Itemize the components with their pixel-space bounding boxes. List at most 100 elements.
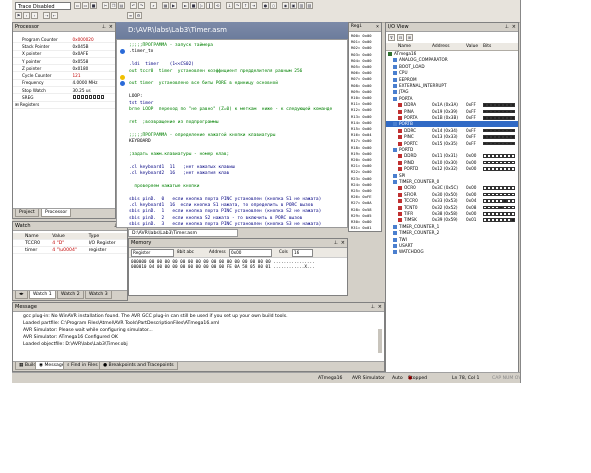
clear-breakpoints-icon[interactable]: ○ [270, 2, 277, 9]
watch-row[interactable]: TCCR0 4 "D" I/O Register [13, 239, 127, 247]
code-line[interactable]: out timer установлено все биты PORE в ед… [129, 81, 278, 86]
format-buttons[interactable]: 8bit abc [177, 249, 194, 254]
register-value[interactable]: R21= 0x00 [351, 163, 372, 168]
open-file-icon[interactable]: ▭ [82, 2, 89, 9]
io-row[interactable]: OCR0 0x3C (0x5C) 0x00 [386, 185, 518, 191]
copy-icon[interactable]: ❐ [110, 2, 117, 9]
new-file-icon[interactable]: ▫ [74, 2, 81, 9]
io-row[interactable]: USART [386, 243, 518, 249]
address-input[interactable]: 0x00 [229, 249, 272, 257]
io-row[interactable]: TCCR0 0x33 (0x53) 0x04 [386, 198, 518, 204]
io-row[interactable]: TIMER_COUNTER_1 [386, 224, 518, 230]
bit-toggle[interactable] [511, 128, 515, 133]
io-col-address[interactable]: Address [432, 43, 450, 50]
io-row-value[interactable]: 0x00 [466, 160, 476, 166]
io-row-value[interactable]: 0x00 [466, 185, 476, 191]
bit-toggle[interactable] [511, 205, 515, 210]
bit-toggle[interactable] [499, 141, 503, 146]
next-bookmark-icon[interactable]: › [23, 12, 30, 19]
bit-toggle[interactable] [487, 205, 491, 210]
bit-toggle[interactable] [491, 205, 495, 210]
register-value[interactable]: R05= 0x00 [351, 64, 372, 69]
register-value[interactable]: R27= 0x0A [351, 200, 372, 205]
processor-row-value[interactable]: 0x0180 [71, 64, 115, 73]
run-icon[interactable]: ▷ [198, 2, 205, 9]
bit-toggle[interactable] [483, 103, 487, 107]
register-value[interactable]: R30= 0x80 [351, 219, 372, 224]
io-row[interactable]: TWI [386, 237, 518, 243]
message-scrollbar[interactable] [378, 329, 382, 353]
register-value[interactable]: R03= 0x00 [351, 52, 372, 57]
memory-view-icon[interactable]: ▣ [290, 2, 297, 9]
bit-toggle[interactable] [487, 141, 491, 146]
code-line[interactable]: sbis pinD. 1 если кнопка порта PINC уста… [129, 209, 321, 214]
tab-breakpoints[interactable]: ● Breakpoints and Tracepoints [99, 362, 178, 370]
io-row-value[interactable]: 0x00 [466, 192, 476, 198]
bit-toggle[interactable] [507, 192, 511, 197]
redo-icon[interactable]: ↷ [138, 2, 145, 9]
bit-toggle[interactable] [503, 186, 507, 190]
bit-toggle[interactable] [503, 128, 507, 133]
bit-toggle[interactable] [483, 116, 487, 120]
bit-toggle[interactable] [507, 218, 511, 222]
bit-toggle[interactable] [511, 192, 515, 197]
io-row-value[interactable]: 0xFF [466, 141, 476, 147]
bit-toggle[interactable] [487, 116, 491, 120]
register-value[interactable]: R11= 0x00 [351, 101, 372, 106]
close-icon[interactable]: × [378, 303, 382, 311]
io-row[interactable]: TIMSK 0x39 (0x59) 0x01 [386, 217, 518, 223]
step-over-icon[interactable]: ↷ [234, 2, 241, 9]
bit-toggle[interactable] [491, 160, 495, 165]
bit-toggle[interactable] [499, 205, 503, 210]
bit-toggle[interactable] [491, 192, 495, 197]
processor-row-value[interactable]: 4.0000 MHz [71, 79, 115, 88]
bit-toggle[interactable] [511, 199, 515, 203]
bit-toggle[interactable] [499, 109, 503, 114]
marker-icon[interactable] [120, 75, 125, 80]
register-value[interactable]: R18= 0x00 [351, 145, 372, 150]
io-row-value[interactable]: 0xFF [466, 102, 476, 108]
bit-toggle[interactable] [483, 205, 487, 210]
bit-toggle[interactable] [495, 212, 499, 216]
bit-toggle[interactable] [491, 154, 495, 158]
bit-toggle[interactable] [487, 103, 491, 107]
code-editor[interactable]: ;;;;;ПРОГРАММА - запуск таймера .timer_to… [116, 39, 348, 228]
bit-toggle[interactable] [495, 199, 499, 203]
bit-toggle[interactable] [511, 116, 515, 120]
bit-toggle[interactable] [507, 212, 511, 216]
io-col-name[interactable]: Name [398, 43, 411, 50]
prev-bookmark-icon[interactable]: ‹ [31, 12, 38, 19]
undo-icon[interactable]: ↶ [130, 2, 137, 9]
bit-toggle[interactable] [507, 205, 511, 210]
bit-toggle[interactable] [503, 109, 507, 114]
bit-toggle[interactable] [487, 199, 491, 203]
run-to-cursor-icon[interactable]: ⇥ [250, 2, 257, 9]
bit-toggle[interactable] [495, 218, 499, 222]
code-line[interactable]: ;задать нажм.клавиатуры - номер клав; [129, 152, 229, 157]
io-row[interactable]: DDRC 0x14 (0x34) 0xFF [386, 128, 518, 134]
bit-toggle[interactable] [495, 103, 499, 107]
tab-watch-3[interactable]: Watch 3 [85, 291, 112, 299]
marker-icon[interactable] [120, 81, 125, 87]
pin-icon[interactable]: ⊥ [371, 303, 375, 311]
bit-toggle[interactable] [487, 186, 491, 190]
bit-toggle[interactable] [507, 167, 511, 171]
code-line[interactable]: sbis pinD. 3 если кнопка порта PINC уста… [129, 222, 321, 227]
bit-toggle[interactable] [511, 109, 515, 114]
register-value[interactable]: R23= 0x00 [351, 176, 372, 181]
bit-toggle[interactable] [511, 218, 515, 222]
io-row[interactable]: PINA 0x19 (0x39) 0xFF [386, 109, 518, 115]
io-row-value[interactable]: 0xFF [466, 115, 476, 121]
io-row[interactable]: DDRD 0x11 (0x31) 0x00 [386, 153, 518, 159]
bit-toggle[interactable] [499, 212, 503, 216]
bit-toggle[interactable] [491, 141, 495, 146]
close-icon[interactable]: × [341, 239, 345, 247]
close-icon[interactable]: × [109, 23, 113, 31]
io-row[interactable]: BOOT_LOAD [386, 64, 518, 70]
register-value[interactable]: R07= 0x00 [351, 76, 372, 81]
indent-icon[interactable]: ⇢ [43, 12, 50, 19]
bit-toggle[interactable] [499, 135, 503, 139]
bit-toggle[interactable] [483, 212, 487, 216]
bit-toggle[interactable] [491, 116, 495, 120]
bit-toggle[interactable] [487, 135, 491, 139]
